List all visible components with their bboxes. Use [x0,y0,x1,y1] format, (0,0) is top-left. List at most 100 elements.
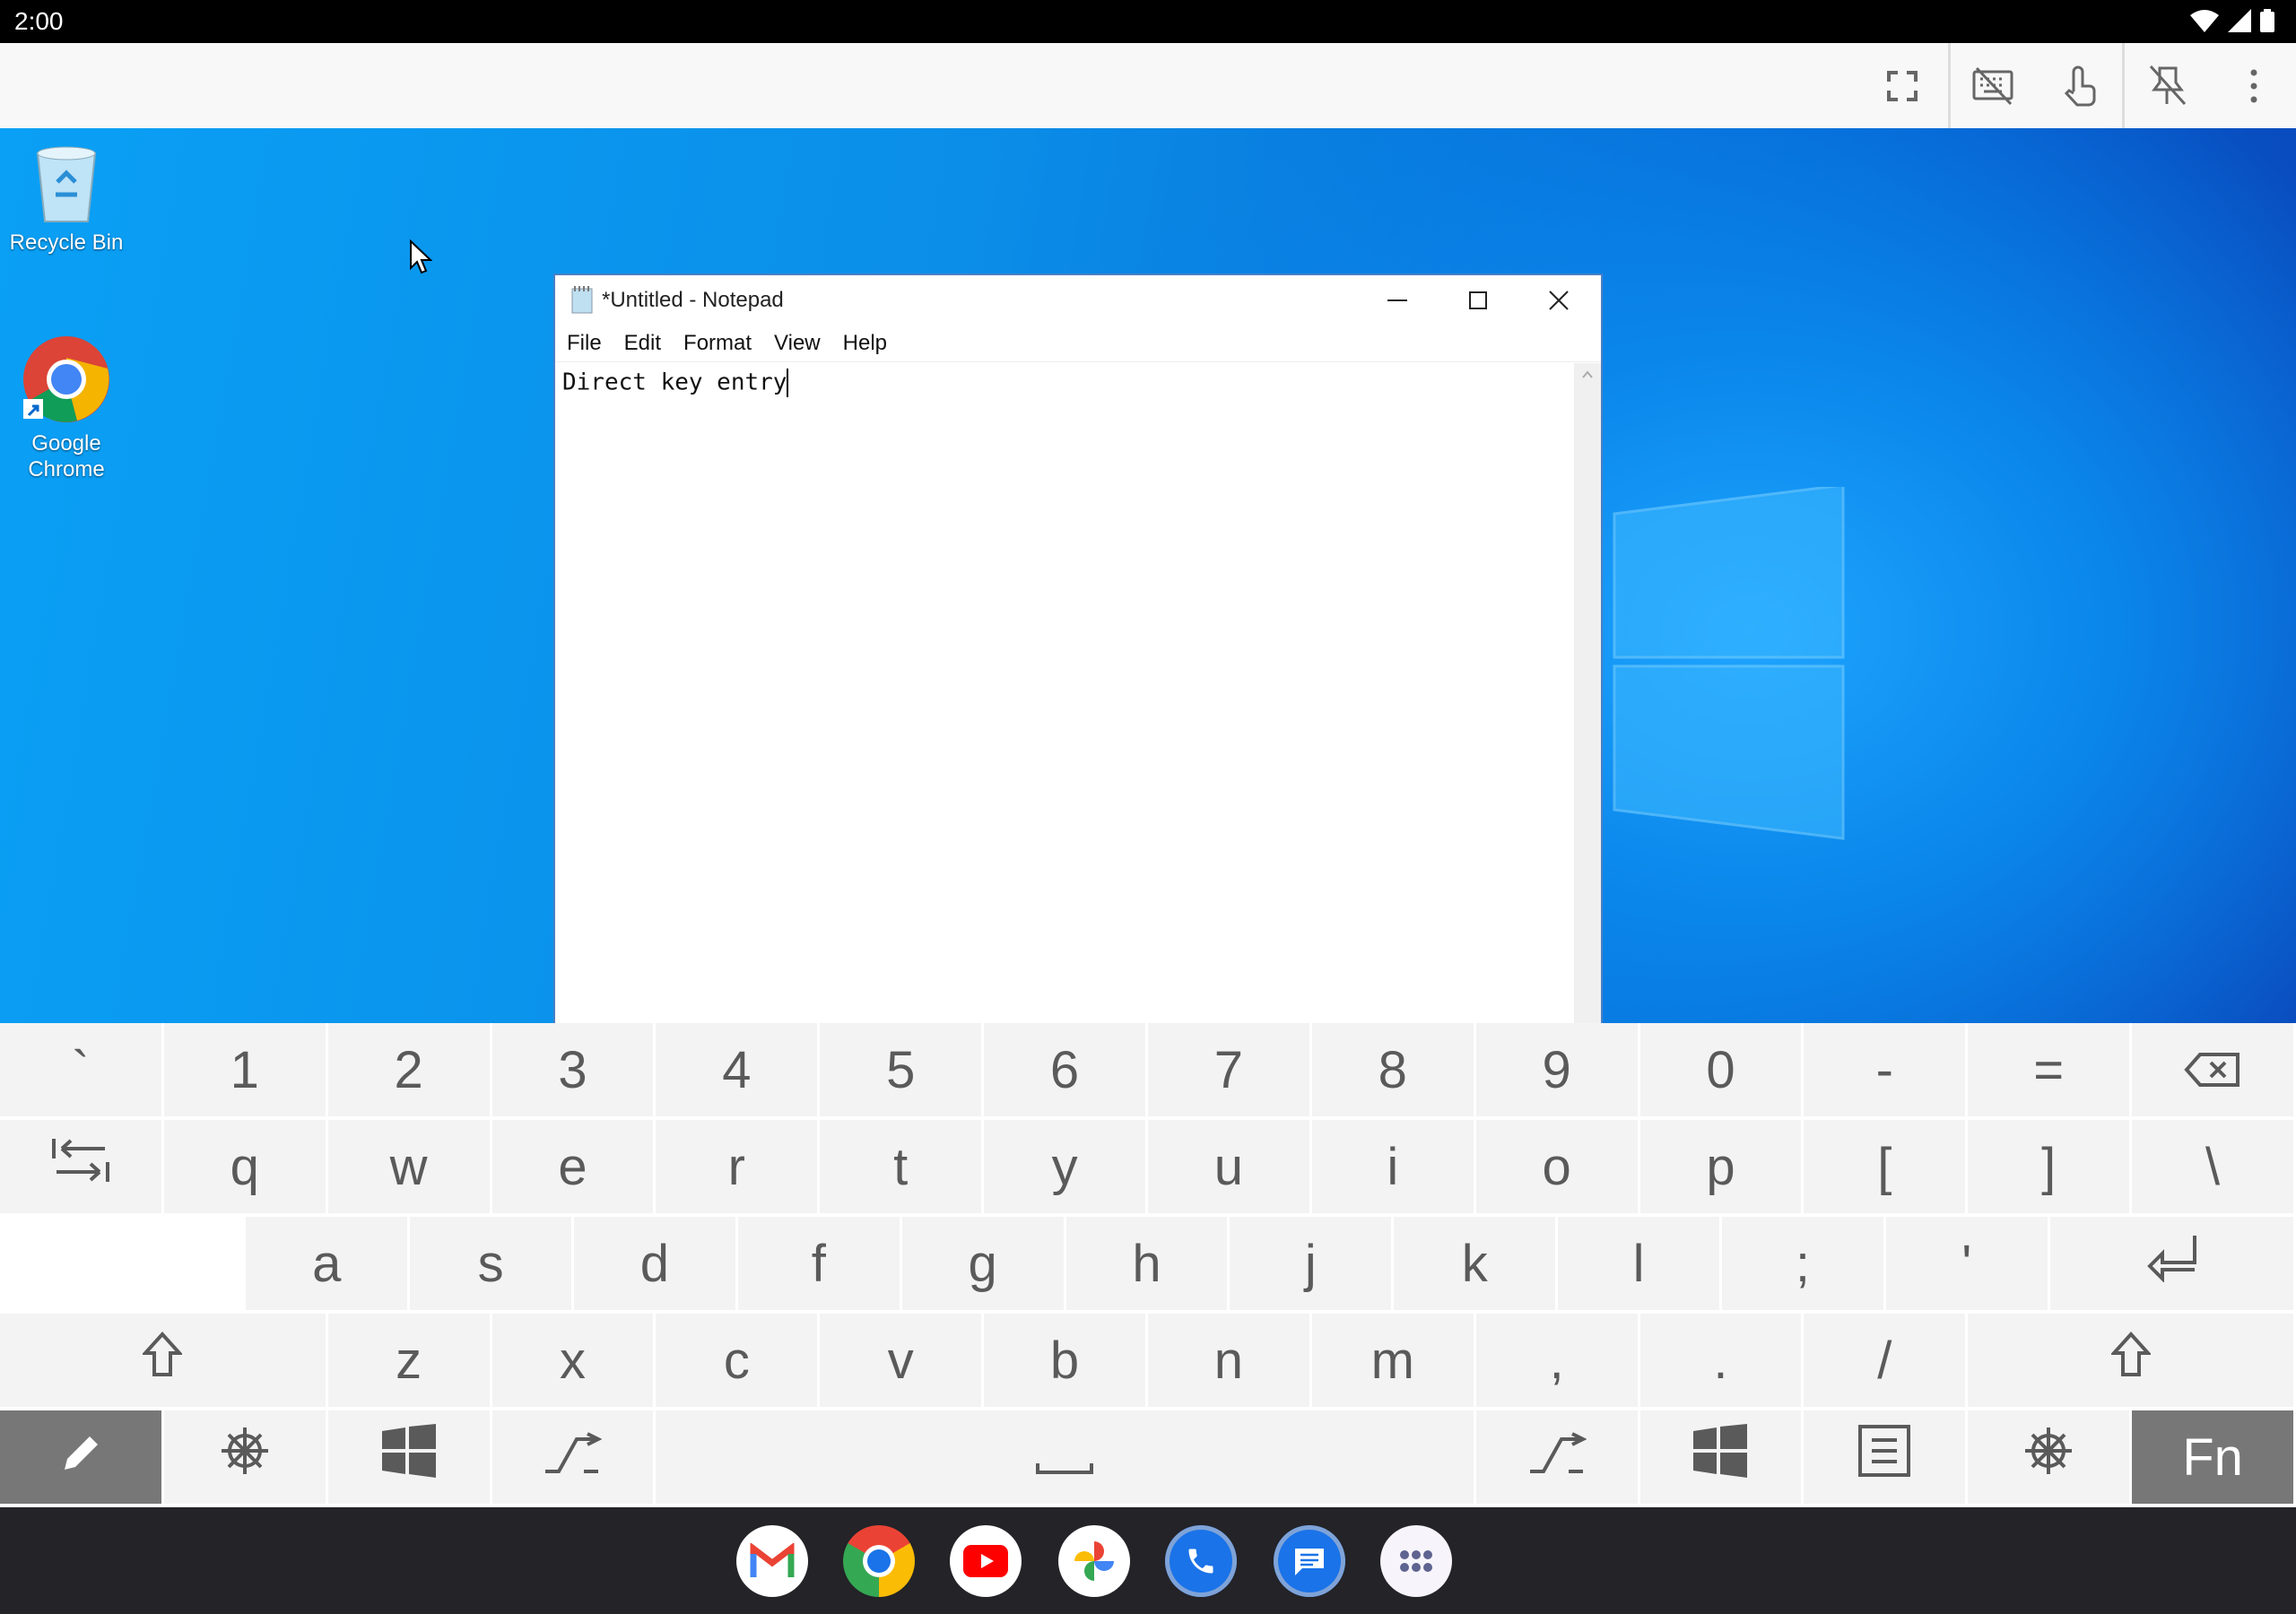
key-label: b [1050,1331,1079,1391]
dock-gmail[interactable] [736,1525,808,1597]
key-space[interactable] [656,1410,1475,1504]
key-1[interactable]: 1 [164,1023,328,1116]
dock-app-drawer[interactable] [1380,1525,1452,1597]
menu-format[interactable]: Format [672,331,762,356]
pin-toolbar-button[interactable] [2124,43,2209,128]
touch-mode-button[interactable] [2036,43,2121,128]
gmail-icon [750,1543,795,1579]
key-][interactable]: ] [1968,1120,2132,1213]
key-8[interactable]: 8 [1312,1023,1476,1116]
key-;[interactable]: ; [1722,1217,1886,1310]
key-q[interactable]: q [164,1120,328,1213]
key-fn[interactable]: Fn [2132,1410,2296,1504]
key-9[interactable]: 9 [1476,1023,1640,1116]
fullscreen-button[interactable] [1859,43,1944,128]
key-d[interactable]: d [574,1217,738,1310]
key-z[interactable]: z [328,1314,492,1407]
key-backspace[interactable] [2132,1023,2296,1116]
minimize-button[interactable] [1357,275,1438,325]
key-enter[interactable] [2050,1217,2296,1310]
key-7[interactable]: 7 [1148,1023,1312,1116]
vertical-scrollbar[interactable] [1574,363,1601,1023]
messages-icon [1292,1545,1327,1577]
scroll-up-arrow-icon [1574,363,1601,385]
key-edit[interactable] [0,1410,164,1504]
key-4[interactable]: 4 [656,1023,820,1116]
more-options-button[interactable] [2211,43,2296,128]
key-s[interactable]: s [410,1217,574,1310]
key-.[interactable]: . [1640,1314,1805,1407]
key-3[interactable]: 3 [492,1023,657,1116]
key-v[interactable]: v [820,1314,984,1407]
key-i[interactable]: i [1312,1120,1476,1213]
key-\[interactable]: \ [2132,1120,2296,1213]
key-k[interactable]: k [1394,1217,1558,1310]
key-g[interactable]: g [902,1217,1066,1310]
maximize-icon [1469,291,1487,309]
key-p[interactable]: p [1640,1120,1805,1213]
close-button[interactable] [1518,275,1599,325]
key-2[interactable]: 2 [328,1023,492,1116]
key-a[interactable]: a [246,1217,410,1310]
key-f[interactable]: f [738,1217,902,1310]
key-context-menu[interactable] [1804,1410,1968,1504]
key-6[interactable]: 6 [984,1023,1148,1116]
key-r[interactable]: r [656,1120,820,1213]
notepad-window: *Untitled - Notepad File Edit Format Vie… [553,273,1603,1023]
key-`[interactable]: ` [0,1023,164,1116]
key-e[interactable]: e [492,1120,657,1213]
key-win-right[interactable] [1640,1410,1805,1504]
key-o[interactable]: o [1476,1120,1640,1213]
key-[[interactable]: [ [1804,1120,1968,1213]
key-y[interactable]: y [984,1120,1148,1213]
notepad-text-area[interactable]: Direct key entry [555,363,1572,1023]
key-m[interactable]: m [1312,1314,1476,1407]
key-j[interactable]: j [1230,1217,1394,1310]
dock-chrome[interactable] [843,1525,915,1597]
dock-photos[interactable] [1058,1525,1130,1597]
key-h[interactable]: h [1066,1217,1231,1310]
dock-youtube[interactable] [950,1525,1022,1597]
key-'[interactable]: ' [1886,1217,2050,1310]
key-alt-right[interactable] [1476,1410,1640,1504]
recycle-bin-shortcut[interactable]: Recycle Bin [7,144,126,256]
notepad-titlebar[interactable]: *Untitled - Notepad [555,275,1601,325]
dock-messages[interactable] [1274,1525,1345,1597]
menu-edit[interactable]: Edit [613,331,672,356]
menu-view[interactable]: View [762,331,831,356]
key-ctrl-right[interactable] [1968,1410,2132,1504]
touch-mode-icon [2061,65,2097,108]
backspace-icon [2184,1040,2241,1100]
key-5[interactable]: 5 [820,1023,984,1116]
key-c[interactable]: c [656,1314,820,1407]
key-x[interactable]: x [492,1314,657,1407]
key-win-left[interactable] [328,1410,492,1504]
key-=[interactable]: = [1968,1023,2132,1116]
key-l[interactable]: l [1558,1217,1722,1310]
key-label: r [728,1137,745,1197]
menu-file[interactable]: File [555,331,613,356]
key-t[interactable]: t [820,1120,984,1213]
maximize-button[interactable] [1438,275,1518,325]
key-b[interactable]: b [984,1314,1148,1407]
key-label: , [1550,1331,1564,1391]
key-0[interactable]: 0 [1640,1023,1805,1116]
menu-help[interactable]: Help [831,331,898,356]
key--[interactable]: - [1804,1023,1968,1116]
key-shift-left[interactable] [0,1314,328,1407]
key-alt-left[interactable] [492,1410,657,1504]
key-n[interactable]: n [1148,1314,1312,1407]
key-u[interactable]: u [1148,1120,1312,1213]
tab-icon [51,1135,110,1198]
key-tab[interactable] [0,1120,164,1213]
key-/[interactable]: / [1804,1314,1968,1407]
space-icon [1036,1424,1093,1490]
keyboard-row-4: zxcv b nm,./ [0,1314,2296,1409]
key-w[interactable]: w [328,1120,492,1213]
dock-phone[interactable] [1165,1525,1237,1597]
key-shift-right[interactable] [1968,1314,2296,1407]
key-,[interactable]: , [1476,1314,1640,1407]
google-chrome-shortcut[interactable]: Google Chrome [7,334,126,482]
keyboard-toggle-button[interactable] [1950,43,2035,128]
key-ctrl-left[interactable] [164,1410,328,1504]
